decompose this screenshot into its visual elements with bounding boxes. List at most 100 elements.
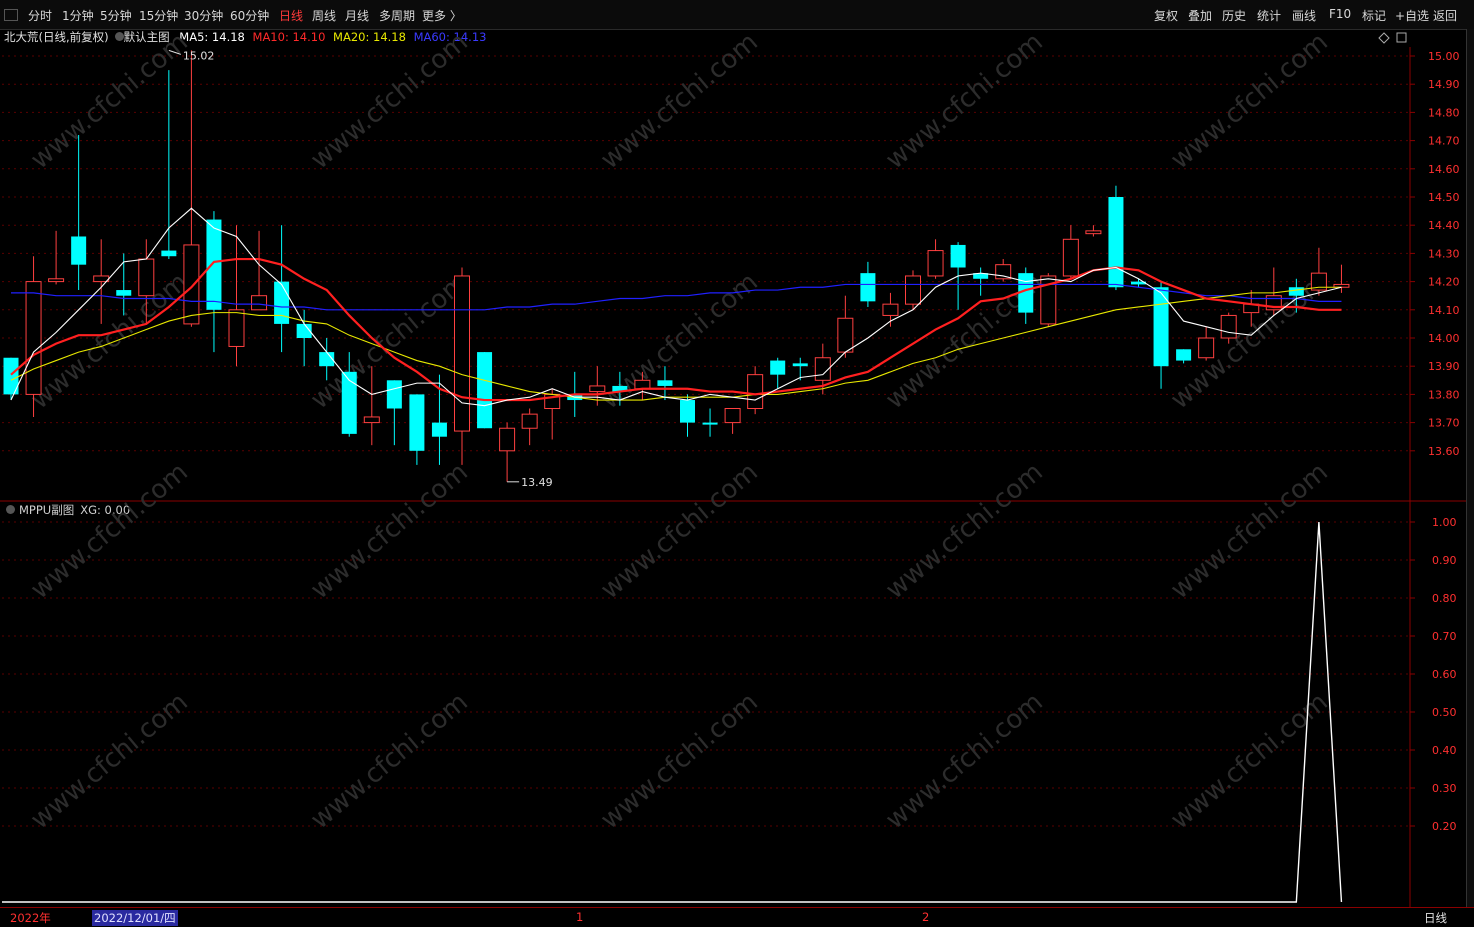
period-tab-15min[interactable]: 15分钟 <box>139 7 178 24</box>
period-tab-weekly[interactable]: 周线 <box>312 7 336 24</box>
price-tick-label: 13.70 <box>1428 417 1460 430</box>
ma10-line <box>10 257 1342 402</box>
period-tab-1min[interactable]: 1分钟 <box>62 7 94 24</box>
watermark-text: www.cfchi.com <box>595 267 764 415</box>
period-tab-more[interactable]: 更多 〉 <box>422 7 462 24</box>
sub-chart-title[interactable]: MPPU副图 <box>19 503 74 517</box>
price-tick-label: 14.00 <box>1428 332 1460 345</box>
period-indicator[interactable]: 日线 <box>1424 910 1447 926</box>
template-name[interactable]: 默认主图 <box>124 30 170 44</box>
price-tick-label: 14.50 <box>1428 191 1460 204</box>
candle-body-up <box>363 416 380 424</box>
candle-body-up <box>499 427 516 452</box>
restore-rights-button[interactable]: 复权 <box>1154 7 1178 24</box>
candle-body-down <box>71 236 87 265</box>
back-button[interactable]: 返回 <box>1433 7 1457 24</box>
sub-tick-label: 0.90 <box>1432 554 1457 567</box>
price-tick-label: 14.20 <box>1428 276 1460 289</box>
right-collapse-bar[interactable] <box>1466 29 1474 924</box>
candle-body-up <box>25 281 42 395</box>
sub-tick-label: 0.20 <box>1432 820 1457 833</box>
candle-body-down <box>680 400 695 423</box>
ma60-label: MA60: 14.13 <box>413 30 487 44</box>
sub-tick-label: 0.80 <box>1432 592 1457 605</box>
history-button[interactable]: 历史 <box>1222 7 1246 24</box>
period-tab-fenshi[interactable]: 分时 <box>28 7 52 24</box>
candle-body-up <box>251 295 268 311</box>
xg-label: XG: 0.00 <box>80 503 131 517</box>
sub-tick-label: 1.00 <box>1432 516 1457 529</box>
candle-body-up <box>927 250 944 277</box>
candle-body-down <box>274 281 290 324</box>
cursor-date-label: 2022/12/01/四 <box>92 910 178 926</box>
overlay-button[interactable]: 叠加 <box>1188 7 1212 24</box>
candle-body-down <box>1131 281 1146 285</box>
add-watchlist-button[interactable]: +自选 <box>1395 7 1429 24</box>
sub-chart-legend: MPPU副图 XG: 0.00 <box>0 502 130 518</box>
kline-chart[interactable]: www.cfchi.com www.cfchi.com www.cfchi.com w… <box>0 0 1474 926</box>
candle-body-up <box>1198 337 1215 359</box>
period-tab-5min[interactable]: 5分钟 <box>100 7 132 24</box>
high-marker-label: 15.02 <box>183 49 215 62</box>
candle-body-down <box>702 422 718 425</box>
month-label-jan: 1 <box>576 910 584 924</box>
window-menu-icon[interactable] <box>4 9 18 21</box>
diamond-icon <box>1378 32 1390 44</box>
candle-body-down <box>3 357 19 395</box>
draw-line-button[interactable]: 画线 <box>1292 7 1316 24</box>
template-toggle-icon[interactable] <box>114 32 124 41</box>
candle-body-up <box>1243 303 1260 314</box>
period-tab-60min[interactable]: 60分钟 <box>230 7 269 24</box>
watermark-text: www.cfchi.com <box>595 27 764 175</box>
price-tick-label: 14.10 <box>1428 304 1460 317</box>
candle-body-down <box>860 273 876 302</box>
watermark-text: www.cfchi.com <box>25 457 194 605</box>
candle-body-down <box>1153 287 1169 367</box>
watermark-text: www.cfchi.com <box>305 267 474 415</box>
period-tab-multi[interactable]: 多周期 <box>379 7 415 24</box>
watermark-text: www.cfchi.com <box>595 687 764 835</box>
candle-body-up <box>544 393 561 409</box>
price-tick-label: 13.90 <box>1428 360 1460 373</box>
f10-button[interactable]: F10 <box>1329 7 1351 21</box>
watermark-text: www.cfchi.com <box>880 687 1049 835</box>
candle-body-up <box>183 244 200 325</box>
candle-body-up <box>138 258 155 297</box>
main-chart-legend: 北大荒(日线,前复权) 默认主图 MA5: 14.18 MA10: 14.10 M… <box>4 29 486 45</box>
period-tab-30min[interactable]: 30分钟 <box>184 7 223 24</box>
month-label-feb: 2 <box>922 910 930 924</box>
candle-body-up <box>1085 230 1102 235</box>
price-tick-label: 14.60 <box>1428 163 1460 176</box>
sub-tick-label: 0.70 <box>1432 630 1457 643</box>
mark-button[interactable]: 标记 <box>1362 7 1386 24</box>
candle-body-up <box>1310 272 1327 291</box>
candle-body-up <box>882 303 899 316</box>
sub-tick-label: 0.40 <box>1432 744 1457 757</box>
sub-template-toggle-icon[interactable] <box>6 505 15 514</box>
watermark-text: www.cfchi.com <box>25 27 194 175</box>
candle-body-down <box>386 380 402 409</box>
candle-body-up <box>747 374 764 410</box>
candle-body-down <box>1018 273 1034 313</box>
period-tab-monthly[interactable]: 月线 <box>345 7 369 24</box>
candle-body-up <box>814 357 831 381</box>
price-tick-label: 14.90 <box>1428 78 1460 91</box>
watermark-text: www.cfchi.com <box>305 687 474 835</box>
watermark-text: www.cfchi.com <box>25 267 194 415</box>
sub-tick-label: 0.30 <box>1432 782 1457 795</box>
time-axis: 2022年 2022/12/01/四 1 2 日线 <box>0 907 1474 927</box>
watermark-text: www.cfchi.com <box>880 457 1049 605</box>
candle-body-down <box>431 422 447 437</box>
watermark-text: www.cfchi.com <box>1165 687 1334 835</box>
ma10-label: MA10: 14.10 <box>252 30 326 44</box>
low-marker-label: 13.49 <box>521 476 553 489</box>
candle-body-up <box>93 275 110 283</box>
ma20-label: MA20: 14.18 <box>333 30 406 44</box>
candle-body-up <box>1062 238 1079 277</box>
candle-body-up <box>724 408 741 424</box>
candle-body-up <box>48 278 65 283</box>
price-tick-label: 14.70 <box>1428 135 1460 148</box>
sub-tick-label: 0.60 <box>1432 668 1457 681</box>
statistics-button[interactable]: 统计 <box>1257 7 1281 24</box>
period-tab-daily[interactable]: 日线 <box>279 7 303 24</box>
